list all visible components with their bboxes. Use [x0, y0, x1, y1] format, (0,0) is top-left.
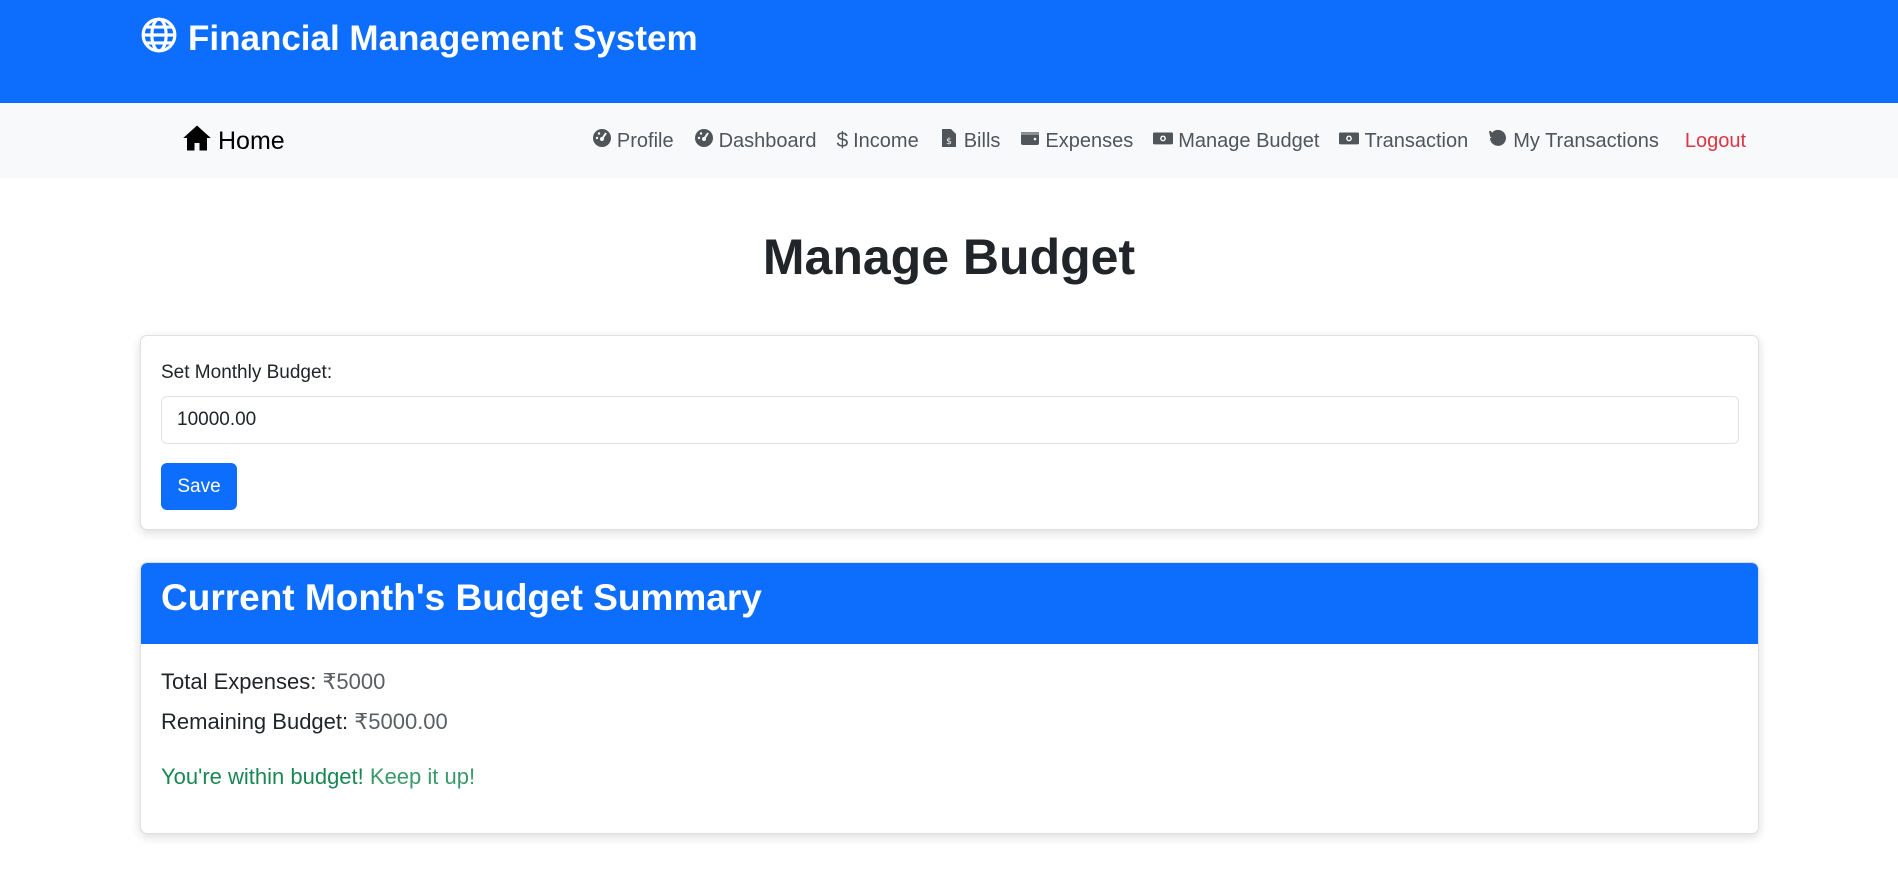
- remaining-budget-label: Remaining Budget:: [161, 709, 349, 734]
- nav-item-label: Dashboard: [718, 129, 817, 152]
- nav-item-label: Manage Budget: [1178, 129, 1320, 152]
- nav-item-label: Expenses: [1045, 129, 1134, 152]
- total-expenses-value: ₹5000: [322, 669, 386, 694]
- summary-title: Current Month's Budget Summary: [161, 577, 762, 618]
- nav-item-income[interactable]: $ Income: [836, 129, 918, 153]
- gauge-icon: [694, 128, 714, 154]
- budget-form-card: Set Monthly Budget: Save: [140, 335, 1759, 530]
- budget-input-label: Set Monthly Budget:: [161, 362, 333, 383]
- gauge-icon: [592, 128, 612, 154]
- nav-logout-label: Logout: [1684, 129, 1746, 152]
- budget-status-message: You're within budget! Keep it up!: [161, 764, 475, 790]
- summary-header: Current Month's Budget Summary: [141, 563, 1758, 644]
- brand[interactable]: Financial Management System: [140, 16, 698, 63]
- nav-item-profile[interactable]: Profile: [592, 128, 674, 154]
- nav-home-label: Home: [218, 126, 285, 155]
- nav-item-bills[interactable]: $ Bills: [939, 128, 1001, 154]
- nav-item-label: My Transactions: [1513, 129, 1659, 152]
- nav-item-transaction[interactable]: Transaction: [1339, 128, 1468, 154]
- status-strong-text: You're within budget!: [161, 764, 364, 789]
- nav-item-dashboard[interactable]: Dashboard: [694, 128, 817, 154]
- nav-item-my-transactions[interactable]: My Transactions: [1488, 128, 1659, 154]
- navbar: Home Profile Dashboard $ Income $ Bills: [0, 103, 1898, 178]
- nav-logout-link[interactable]: Logout: [1685, 130, 1746, 153]
- total-expenses-label: Total Expenses:: [161, 669, 317, 694]
- history-icon: [1488, 128, 1508, 154]
- nav-home-link[interactable]: Home: [182, 121, 285, 161]
- remaining-budget-value: ₹5000.00: [354, 709, 448, 734]
- nav-item-expenses[interactable]: Expenses: [1020, 128, 1133, 154]
- wallet-icon: [1020, 128, 1040, 154]
- svg-text:$: $: [946, 137, 952, 147]
- nav-item-label: Profile: [616, 129, 674, 152]
- total-expenses-line: Total Expenses: ₹5000: [161, 669, 385, 695]
- nav-item-label: Bills: [963, 129, 1001, 152]
- monthly-budget-input[interactable]: [161, 396, 1739, 444]
- bill-file-icon: $: [939, 128, 959, 154]
- nav-item-manage-budget[interactable]: Manage Budget: [1153, 128, 1319, 154]
- top-header: Financial Management System: [0, 0, 1898, 103]
- dollar-icon: $: [836, 129, 849, 152]
- house-icon: [182, 124, 212, 159]
- status-rest-text: Keep it up!: [369, 764, 476, 789]
- budget-summary-card: Current Month's Budget Summary Total Exp…: [140, 562, 1759, 834]
- money-bill-icon: [1153, 128, 1174, 154]
- money-bill-icon: [1339, 128, 1360, 154]
- globe-icon: [140, 16, 178, 63]
- page-title: Manage Budget: [762, 229, 1136, 285]
- brand-title: Financial Management System: [188, 19, 698, 58]
- save-button[interactable]: Save: [161, 463, 237, 510]
- nav-item-label: Income: [853, 129, 919, 152]
- nav-item-label: Transaction: [1364, 129, 1469, 152]
- remaining-budget-line: Remaining Budget: ₹5000.00: [161, 709, 448, 735]
- nav-items: Profile Dashboard $ Income $ Bills Expen…: [592, 121, 1746, 161]
